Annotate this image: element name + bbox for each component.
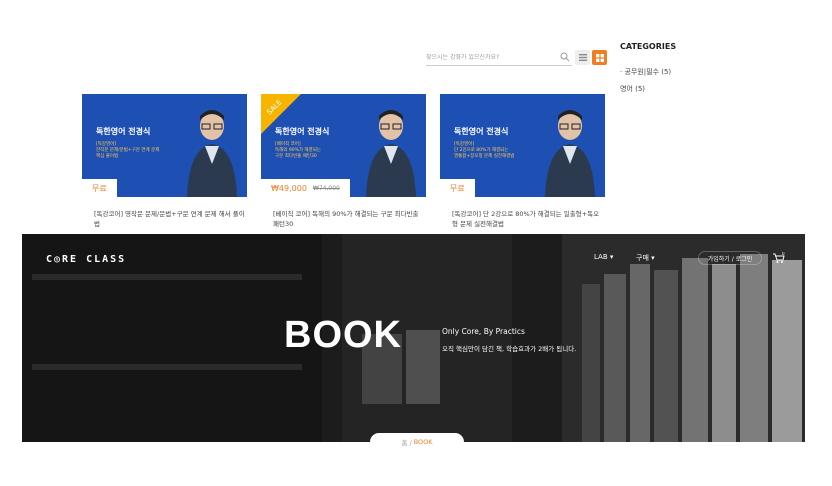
search-bar [426,50,572,66]
cart-icon[interactable]: 0 [772,252,786,264]
hero-subtitle: Only Core, By Practics [442,327,525,336]
bookshelf-background [22,234,805,442]
product-title[interactable]: [독강코어] 영작문 문제/문법+구문 연계 문제 해서 풀이법 [82,209,247,229]
breadcrumb-current: BOOK [413,438,433,446]
cart-count: 0 [782,252,785,256]
thumb-subtitle: [베이직 코어] 독해의 90%가 해결되는 구문 최다빈출 패턴30 [275,142,321,159]
page: CATEGORIES · 공무원|필수 (5) 영어 (5) 독한영어 전경식 … [0,0,832,486]
category-item[interactable]: 영어 (5) [620,84,645,94]
product-thumbnail[interactable]: 독한영어 전경식 [독강영어] 한작문 문제/문법+구문 연계 문제 핵심 풀이… [82,94,247,197]
categories-title: CATEGORIES [620,42,677,51]
price-tag: 무료 [82,179,117,197]
grid-view-button[interactable] [592,50,607,65]
product-title[interactable]: [베이직 코어] 독해의 90%가 해결되는 구문 최다빈출 패턴30 [261,209,426,229]
hero-title: BOOK [284,314,402,356]
breadcrumb: 홈 / BOOK [370,433,464,451]
list-icon [578,54,587,61]
instructor-photo [187,110,237,197]
breadcrumb-home[interactable]: 홈 / [401,437,411,447]
grid-icon [595,53,604,62]
price: ₩49,000 [271,183,307,193]
price-tag: 무료 [440,179,475,197]
old-price: ₩74,000 [312,184,340,192]
search-input[interactable] [426,54,554,61]
list-view-button[interactable] [575,50,590,65]
site-logo[interactable]: C◎RE CLASS [46,254,126,265]
price: 무료 [450,183,465,193]
hero-tagline: 오직 핵심만이 담긴 책, 학습효과가 2배가 됩니다. [442,345,577,353]
thumb-title: 독한영어 전경식 [96,127,151,136]
sale-badge: SALE [261,94,301,134]
product-title[interactable]: [독강코어] 단 2강으로 80%가 해결되는 일출형+독오형 문제 실전해결법 [440,209,605,229]
hero-banner: C◎RE CLASS LAB ▾ 구매 ▾ 가입하기 / 로그인 0 BOOK … [22,234,805,442]
nav-purchase[interactable]: 구매 ▾ [636,253,655,263]
instructor-photo [545,110,595,197]
instructor-photo [366,110,416,197]
product-card[interactable]: 독한영어 전경식 [독강영어] 한작문 문제/문법+구문 연계 문제 핵심 풀이… [82,94,247,229]
price: 무료 [92,183,107,193]
product-card[interactable]: 독한영어 전경식 [베이직 코어] 독해의 90%가 해결되는 구문 최다빈출 … [261,94,426,229]
login-button[interactable]: 가입하기 / 로그인 [698,251,762,265]
product-card[interactable]: 독한영어 전경식 [독강영어] 단 2강으로 80%가 해결되는 영통합+장오정… [440,94,605,229]
search-icon[interactable] [560,52,570,62]
product-thumbnail[interactable]: 독한영어 전경식 [베이직 코어] 독해의 90%가 해결되는 구문 최다빈출 … [261,94,426,197]
price-tag: ₩49,000 ₩74,000 [261,179,350,197]
nav-lab[interactable]: LAB ▾ [594,253,613,261]
product-thumbnail[interactable]: 독한영어 전경식 [독강영어] 단 2강으로 80%가 해결되는 영통합+장오정… [440,94,605,197]
thumb-subtitle: [독강영어] 단 2강으로 80%가 해결되는 영통합+장오정 문제 실전해결법 [454,142,515,159]
thumb-title: 독한영어 전경식 [454,127,509,136]
category-item[interactable]: · 공무원|필수 (5) [620,67,671,77]
thumb-subtitle: [독강영어] 한작문 문제/문법+구문 연계 문제 핵심 풀이법 [96,142,160,159]
